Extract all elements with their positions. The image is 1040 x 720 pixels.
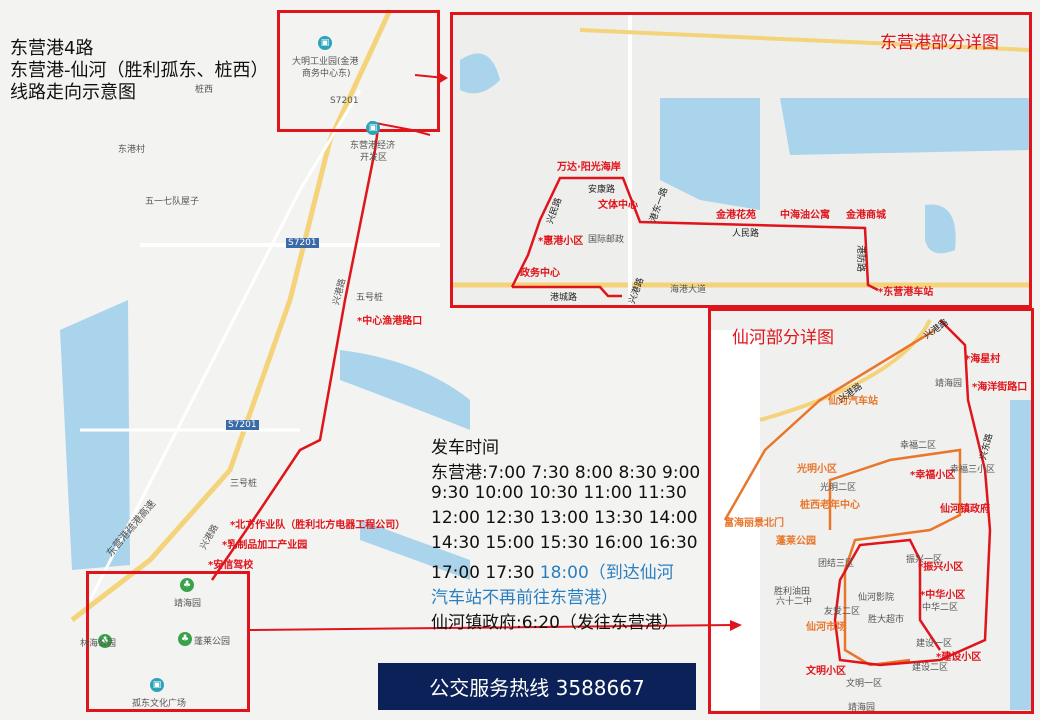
xh-xingfu2-label: 幸福二区 [900, 441, 937, 451]
gudong-square-label: 孤东文化广场 [132, 699, 187, 709]
gudong-square-icon: ▣ [150, 678, 164, 692]
sanhaozhuang-label: 三号桩 [230, 479, 258, 489]
xh-youai-label: 友爱二区 [824, 607, 861, 617]
stop-beifang: *北方作业队（胜利北方电器工程公司） [230, 520, 406, 531]
map-title-line3: 线路走向示意图 [10, 82, 136, 103]
industrial-park-icon: ▣ [318, 36, 332, 50]
schedule-line-7: 仙河镇政府:6:20（发往东营港） [431, 613, 679, 633]
xh-wenming1-label: 文明一区 [846, 679, 883, 689]
xh-stop-wenming: 文明小区 [806, 666, 846, 677]
xh-stop-zhonghua: *中华小区 [920, 590, 966, 601]
xh-zhenxing1-label: 振兴一区 [906, 555, 943, 565]
xh-stop-fuhai: 富海丽景北门 [724, 518, 784, 529]
dy-stop-zhengwu: 政务中心 [520, 268, 560, 279]
schedule-line-5-highlight: 18:00（到达仙河 [539, 563, 674, 583]
xianhe-detail-label: 仙河部分详图 [732, 328, 834, 348]
schedule-line-3: 12:00 12:30 13:00 13:30 14:00 [431, 508, 698, 528]
dy-stop-cnooc: 中海油公寓 [780, 210, 830, 221]
dy-stop-station: *东营港车站 [878, 287, 934, 298]
xh-stop-haiyang: *海洋街路口 [972, 382, 1028, 393]
xh-jinghai-label: 靖海园 [935, 379, 963, 389]
xh-jinghaiyuan-label: 靖海园 [848, 703, 876, 713]
dy-stop-jingang-huayuan: 金港花苑 [716, 210, 756, 221]
industrial-park-label-b: 商务中心东) [302, 69, 351, 79]
jinghaiyuan-label: 靖海园 [174, 599, 202, 609]
linhai-park-label: 林海公园 [80, 639, 117, 649]
s7201-sign-a: S7201 [286, 238, 319, 248]
schedule-line-4: 14:30 15:00 15:30 16:00 16:30 [431, 533, 698, 553]
dy-ave-label: 海港大道 [670, 285, 707, 295]
xh-stop-market: 仙河市场 [806, 622, 846, 633]
xh-zhonghua2-label: 中华二区 [922, 603, 959, 613]
dy-road-gangfang: 港防路 [855, 244, 866, 273]
xh-jianshe1-label: 建设一区 [916, 639, 953, 649]
wuhaozhuang-label: 五号桩 [356, 293, 384, 303]
service-hotline-banner: 公交服务热线 3588667 [378, 663, 696, 710]
schedule-line-6: 汽车站不再前往东营港） [431, 588, 618, 608]
xh-xingfu3-label: 幸福三小区 [950, 465, 996, 475]
xh-stop-guangming: 光明小区 [797, 464, 837, 475]
xh-stop-government: 仙河镇政府 [940, 504, 990, 515]
dy-gov-label: 国际邮政 [588, 235, 625, 245]
dy-stop-huigang: *惠港小区 [538, 236, 584, 247]
schedule-line-5: 17:00 17:30 18:00（到达仙河 [431, 558, 674, 583]
schedule-line-5-prefix: 17:00 17:30 [431, 563, 540, 583]
stop-anxin: *安信驾校 [208, 560, 254, 571]
schedule-line-1: 东营港:7:00 7:30 8:00 8:30 9:00 [431, 463, 701, 483]
schedule-line-2: 9:30 10:00 10:30 11:00 11:30 [431, 483, 687, 503]
xh-stop-xingfu: *幸福小区 [910, 470, 956, 481]
road-mark: S7201 [330, 96, 359, 106]
xh-stop-haixing: *海星村 [965, 354, 1001, 365]
dy-road-ankang: 安康路 [588, 185, 616, 195]
xh-shengda-label: 胜大超市 [868, 615, 905, 625]
econ-zone-icon: ▣ [366, 121, 380, 135]
xh-liushier-label: 六十二中 [776, 597, 813, 607]
dy-road-renmin: 人民路 [732, 229, 760, 239]
schedule-heading: 发车时间 [431, 438, 499, 458]
stop-center-port: *中心渔港路口 [357, 316, 423, 327]
xh-cinema-label: 仙河影院 [858, 593, 895, 603]
jinghaiyuan-icon: ♣ [180, 578, 194, 592]
xh-stop-penglai: 蓬莱公园 [776, 536, 816, 547]
xh-stop-laonian: 桩西老年中心 [800, 500, 860, 511]
zhuangxi-label: 桩西 [195, 85, 214, 95]
xh-guangming2-label: 光明二区 [820, 483, 857, 493]
xh-tuanjie3-label: 团结三区 [818, 559, 855, 569]
stop-dairy-park: *乳制品加工产业园 [222, 540, 308, 551]
econ-zone-label-b: 开发区 [360, 153, 388, 163]
dy-stop-jingang-mall: 金港商城 [846, 210, 886, 221]
dy-stop-wanda: 万达·阳光海岸 [557, 162, 621, 173]
donggang-village-label: 东港村 [118, 145, 146, 155]
penglai-park-label: 蓬莱公园 [194, 637, 231, 647]
dy-road-gangcheng: 港城路 [550, 293, 578, 303]
xh-jianshe2-label: 建设二区 [912, 663, 949, 673]
dy-stop-wenti: 文体中心 [598, 200, 638, 211]
penglai-park-icon: ♣ [178, 632, 192, 646]
s7201-sign-b: S7201 [226, 420, 259, 430]
dongying-detail-label: 东营港部分详图 [880, 33, 999, 53]
wuyiqi-label: 五一七队屋子 [145, 197, 200, 207]
